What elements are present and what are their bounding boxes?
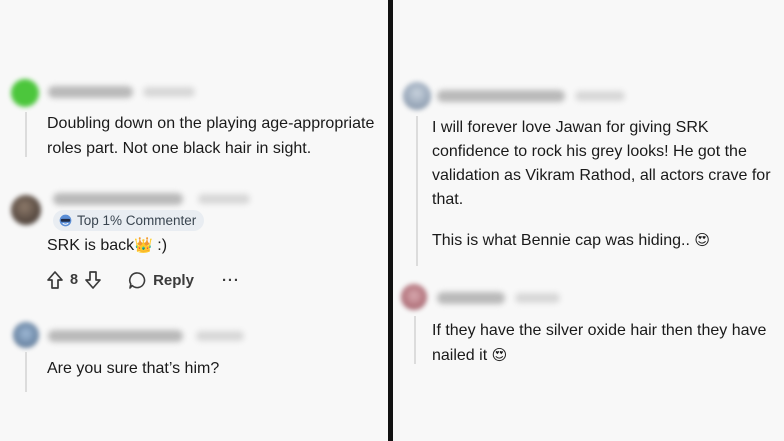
reply-label: Reply [153,271,194,289]
left-comment-panel: Doubling down on the playing age-appropr… [0,0,388,441]
reply-button[interactable]: Reply [128,271,194,290]
commenter-badge-icon [59,214,72,227]
blurred-username[interactable] [437,292,505,304]
comment-text-main: This is what Bennie cap was hiding.. [432,232,690,249]
commenter-avatar[interactable] [403,82,431,110]
blurred-timestamp [143,87,195,97]
blurred-timestamp [575,91,625,101]
commenter-avatar[interactable] [13,322,39,348]
blurred-username[interactable] [53,193,183,205]
right-comment-panel: I will forever love Jawan for giving SRK… [393,0,784,441]
blurred-username[interactable] [48,330,183,342]
flair-label: Top 1% Commenter [77,213,197,228]
comment-text: If they have the silver oxide hair then … [432,318,777,368]
thread-line[interactable] [414,316,416,364]
comment-text: SRK is back👑 :) [47,233,377,258]
blurred-timestamp [196,331,244,341]
comment-text: Are you sure that’s him? [47,360,220,377]
comment-text-main: SRK is back [47,237,135,254]
upvote-icon[interactable] [46,270,64,290]
top-commenter-flair: Top 1% Commenter [53,210,205,231]
vote-group: 8 [46,270,102,290]
comment-text: Doubling down on the playing age-appropr… [47,115,375,157]
comment-action-bar: 8 Reply ··· [46,268,240,292]
blurred-username[interactable] [437,90,565,102]
more-icon[interactable]: ··· [222,272,240,289]
comment-text-suffix: :) [152,237,168,254]
comment-text-main: If they have the silver oxide hair then … [432,322,767,364]
comment-text: I will forever love Jawan for giving SRK… [432,119,771,208]
commenter-avatar[interactable] [401,284,427,310]
blurred-username[interactable] [48,86,133,98]
reply-bubble-icon [129,271,146,289]
blurred-timestamp [198,194,250,204]
thread-line[interactable] [416,116,418,266]
heart-eyes-emoji: 😍 [694,231,711,249]
thread-line[interactable] [25,352,27,392]
commenter-avatar[interactable] [11,79,39,107]
downvote-icon[interactable] [84,270,102,290]
vote-count: 8 [70,272,79,288]
blurred-timestamp [515,293,560,303]
heart-eyes-emoji: 😍 [491,346,508,364]
thread-line[interactable] [25,112,27,157]
commenter-avatar[interactable] [11,195,41,225]
crown-emoji: 👑 [134,236,153,254]
comment-text-second-paragraph: This is what Bennie cap was hiding.. 😍 [432,228,772,253]
